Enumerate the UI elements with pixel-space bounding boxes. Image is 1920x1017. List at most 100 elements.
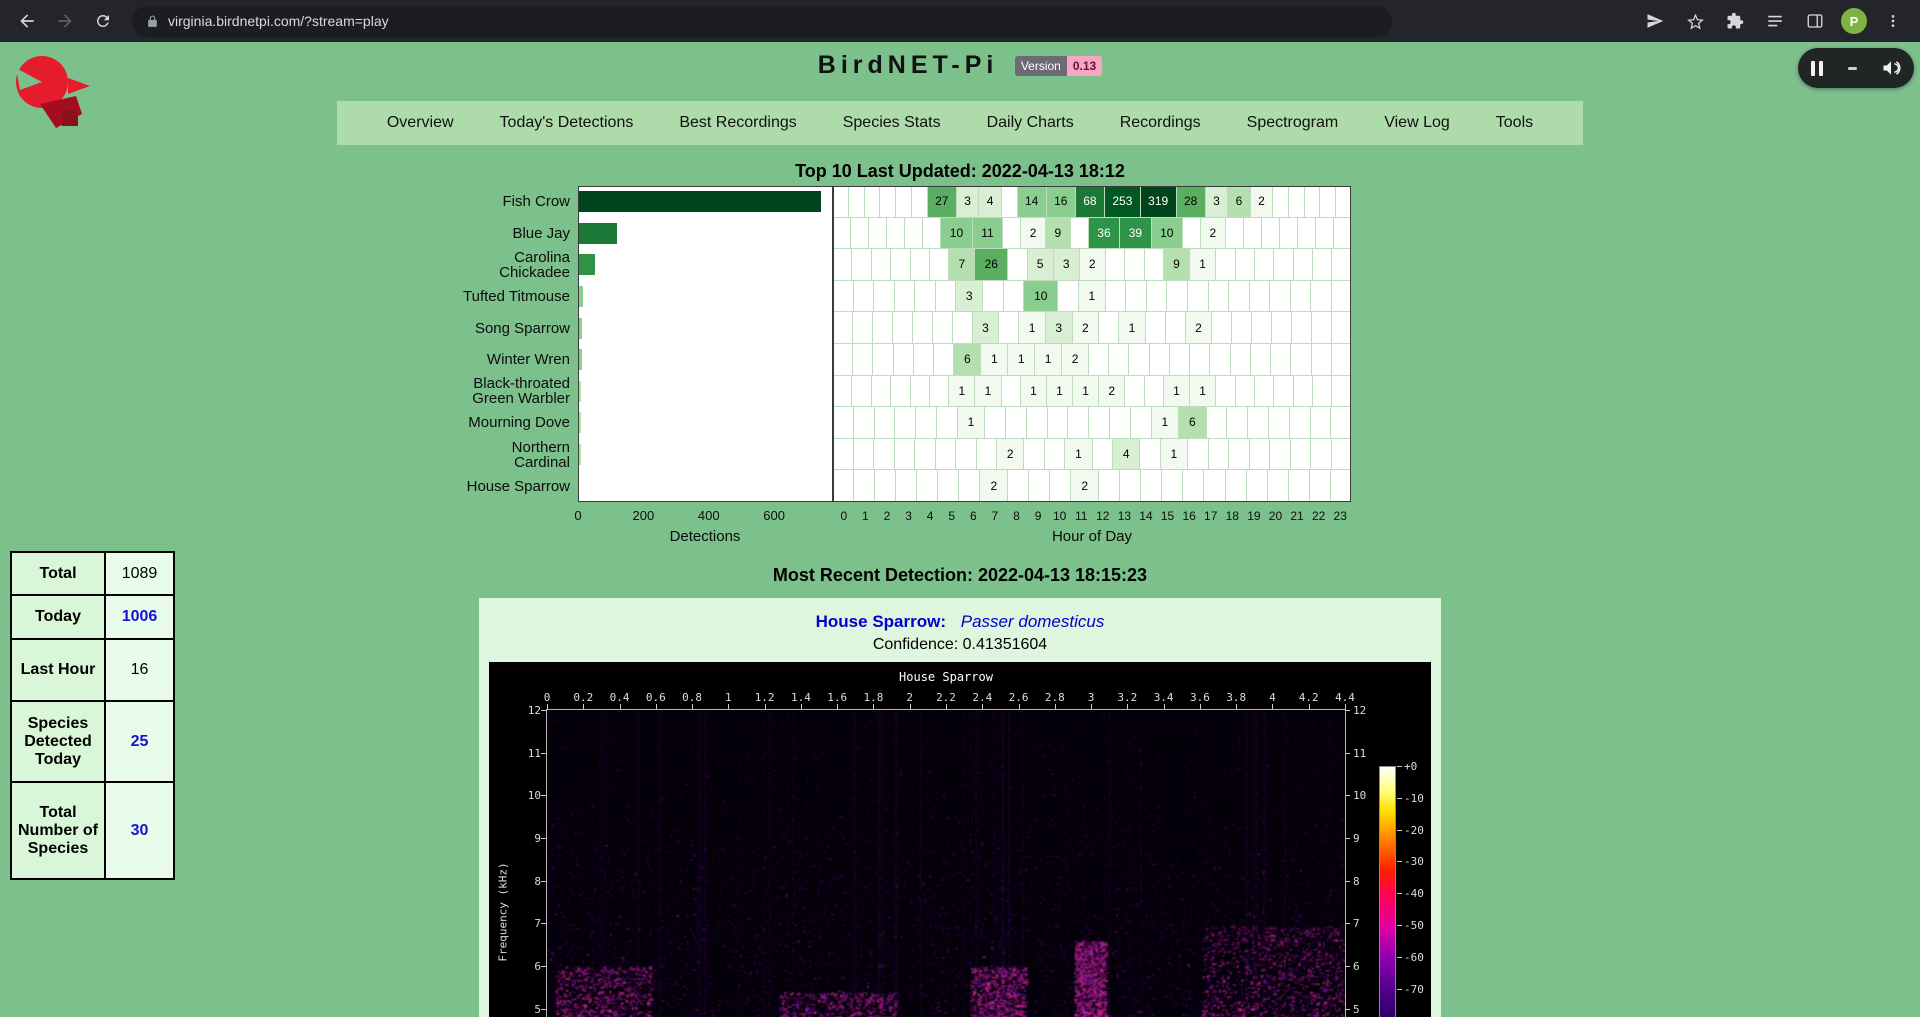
heatmap-cell <box>1292 312 1312 344</box>
heatmap-cell <box>1006 407 1027 439</box>
address-bar[interactable]: virginia.birdnetpi.com/?stream=play <box>132 6 1392 37</box>
bar-cell <box>578 439 833 471</box>
db-tick-label: -60 <box>1404 951 1424 964</box>
heatmap-cell: 2 <box>1080 249 1106 281</box>
stats-label: Total <box>11 552 105 595</box>
heatmap-cell <box>1106 249 1125 281</box>
heatmap-cell <box>1320 186 1336 218</box>
stats-value[interactable]: 25 <box>105 701 174 782</box>
freq-tick-right <box>1345 923 1350 924</box>
heatmap-cell <box>891 376 910 408</box>
db-tick <box>1397 861 1402 862</box>
hour-label: 11 <box>1075 509 1087 523</box>
pause-icon[interactable] <box>1811 61 1823 76</box>
forward-icon[interactable] <box>48 4 82 38</box>
heatmap-cell: 1 <box>1021 376 1047 408</box>
freq-tick-label-right: 5 <box>1353 1003 1389 1016</box>
stats-value[interactable]: 30 <box>105 782 174 879</box>
heatmap-cell: 6 <box>1228 186 1250 218</box>
nav-item-best-recordings[interactable]: Best Recordings <box>679 114 796 132</box>
heatmap-cell <box>849 186 865 218</box>
page-title: BirdNET-Pi <box>818 51 999 79</box>
heatmap-cell <box>1248 407 1269 439</box>
scientific-name-link[interactable]: Passer domesticus <box>961 612 1105 631</box>
freq-tick-right <box>1345 753 1350 754</box>
heatmap-row: 72653291 <box>833 249 1351 281</box>
time-tick-label: 0.4 <box>610 691 630 704</box>
species-link[interactable]: House Sparrow: <box>816 612 946 631</box>
stats-value[interactable]: 1006 <box>105 595 174 639</box>
bar-x-tick: 200 <box>633 508 655 523</box>
heatmap-cell <box>895 281 916 313</box>
nav-item-species-stats[interactable]: Species Stats <box>843 114 941 132</box>
time-tick <box>1200 704 1201 709</box>
heatmap-cell <box>1310 470 1331 502</box>
hour-label: 17 <box>1204 509 1217 523</box>
nav-item-spectrogram[interactable]: Spectrogram <box>1247 114 1339 132</box>
heatmap-cell: 253 <box>1105 186 1141 218</box>
freq-tick <box>541 753 546 754</box>
heatmap-cell: 11 <box>973 218 1004 250</box>
heatmap-cell <box>1270 281 1291 313</box>
reading-list-icon[interactable] <box>1758 4 1792 38</box>
heatmap-cell: 10 <box>1152 218 1183 250</box>
hour-label: 22 <box>1312 509 1325 523</box>
heatmap-cell <box>1332 376 1350 408</box>
heatmap-cell <box>854 439 875 471</box>
hour-label: 5 <box>948 509 955 523</box>
heatmap-cell: 319 <box>1141 186 1177 218</box>
heatmap-cell: 6 <box>1179 407 1206 439</box>
hour-label: 21 <box>1290 509 1303 523</box>
freq-tick-right <box>1345 1009 1350 1010</box>
heatmap-cell <box>1167 281 1188 313</box>
heatmap-cell <box>953 312 973 344</box>
audio-player[interactable] <box>1798 48 1914 88</box>
side-panel-icon[interactable] <box>1798 4 1832 38</box>
heatmap-cell: 3 <box>1046 312 1073 344</box>
nav-item-view-log[interactable]: View Log <box>1384 114 1450 132</box>
reload-icon[interactable] <box>86 4 120 38</box>
heatmap-cell <box>1209 281 1230 313</box>
nav-item-tools[interactable]: Tools <box>1496 114 1533 132</box>
db-tick <box>1397 925 1402 926</box>
species-label: Black-throated Green Warbler <box>460 376 578 408</box>
nav-item-overview[interactable]: Overview <box>387 114 454 132</box>
heatmap-cell: 3 <box>957 186 979 218</box>
heatmap-cell <box>872 376 891 408</box>
menu-kebab-icon[interactable] <box>1876 4 1910 38</box>
heatmap-cell <box>1232 312 1252 344</box>
chart-row: Song Sparrow313212 <box>460 312 1351 344</box>
volume-icon[interactable] <box>1881 58 1901 78</box>
bookmark-star-icon[interactable] <box>1678 4 1712 38</box>
heatmap-cell <box>1188 439 1209 471</box>
time-tick-label: 1.4 <box>791 691 811 704</box>
stats-label: Today <box>11 595 105 639</box>
time-tick <box>1236 704 1237 709</box>
heatmap-cell <box>1027 407 1048 439</box>
heatmap-cell <box>896 186 912 218</box>
time-tick <box>728 704 729 709</box>
extensions-icon[interactable] <box>1718 4 1752 38</box>
heatmap-cell <box>905 218 923 250</box>
spectrogram: House Sparrow Frequency (kHz) 00.20.40.6… <box>489 662 1431 1017</box>
send-icon[interactable] <box>1638 4 1672 38</box>
heatmap-cell <box>1294 376 1313 408</box>
heatmap-cell <box>1004 281 1025 313</box>
time-tick-label: 1 <box>725 691 732 704</box>
nav-item-today-s-detections[interactable]: Today's Detections <box>500 114 634 132</box>
nav-item-daily-charts[interactable]: Daily Charts <box>987 114 1074 132</box>
back-icon[interactable] <box>10 4 44 38</box>
heatmap-cell <box>1140 439 1161 471</box>
nav-item-recordings[interactable]: Recordings <box>1120 114 1201 132</box>
freq-tick-label-right: 7 <box>1353 917 1389 930</box>
heatmap-cell <box>895 407 916 439</box>
stats-row: Species Detected Today25 <box>11 701 174 782</box>
profile-avatar[interactable]: P <box>1841 8 1867 34</box>
heatmap-cell: 2 <box>1073 312 1100 344</box>
heatmap-cell <box>1146 312 1166 344</box>
heatmap-cell <box>1250 281 1271 313</box>
heatmap-cell <box>1255 376 1274 408</box>
hour-label: 13 <box>1118 509 1131 523</box>
time-tick <box>1019 704 1020 709</box>
chart-row: Fish Crow273414166825331928362 <box>460 186 1351 218</box>
